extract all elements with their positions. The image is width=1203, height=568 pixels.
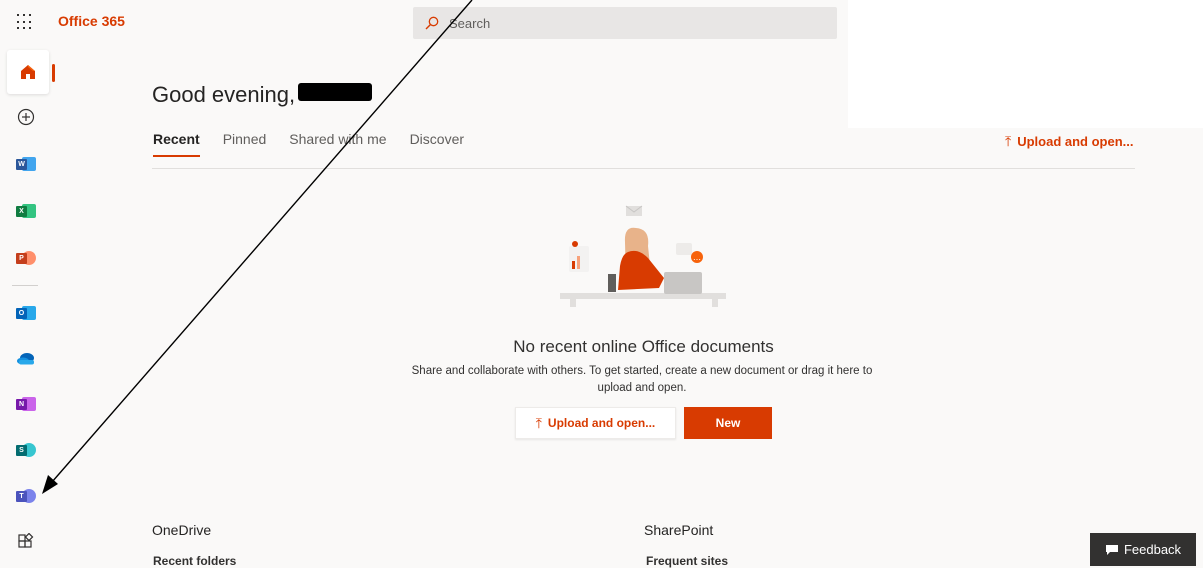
all-apps-icon xyxy=(18,533,34,548)
search-input[interactable]: Search xyxy=(413,7,837,39)
greeting-title: Good evening, xyxy=(152,82,296,107)
rail-item-excel[interactable]: X xyxy=(0,189,52,233)
powerpoint-icon: P xyxy=(16,249,36,267)
tab-shared-with-me[interactable]: Shared with me xyxy=(289,131,386,157)
upload-icon: ⤒ xyxy=(535,414,542,431)
tab-discover[interactable]: Discover xyxy=(410,131,464,157)
rail-item-create[interactable] xyxy=(0,95,52,139)
onenote-icon: N xyxy=(16,395,36,413)
redacted-name xyxy=(298,83,372,101)
brand-title[interactable]: Office 365 xyxy=(58,13,125,29)
rail-item-home[interactable] xyxy=(7,50,55,94)
feedback-label: Feedback xyxy=(1123,542,1182,557)
add-icon xyxy=(17,108,35,126)
search-placeholder: Search xyxy=(449,15,491,31)
teams-icon: T xyxy=(16,487,36,505)
svg-text:…: … xyxy=(693,253,701,262)
rail-item-teams[interactable]: T xyxy=(0,474,52,518)
header-blank-area xyxy=(848,0,1203,128)
tab-recent[interactable]: Recent xyxy=(153,131,200,157)
app-rail: W X P O N S T xyxy=(0,44,55,566)
upload-icon: ⤒ xyxy=(1005,133,1012,149)
sharepoint-section-title: SharePoint xyxy=(644,522,714,538)
empty-state-description: Share and collaborate with others. To ge… xyxy=(411,365,873,394)
rail-item-word[interactable]: W xyxy=(0,142,52,186)
feedback-button[interactable]: Feedback xyxy=(1090,533,1196,566)
comment-icon xyxy=(1105,544,1118,555)
empty-state-illustration: … xyxy=(560,205,726,307)
tab-pinned[interactable]: Pinned xyxy=(223,131,267,157)
upload-and-open-button[interactable]: ⤒ Upload and open... xyxy=(515,407,676,439)
rail-item-sharepoint[interactable]: S xyxy=(0,428,52,472)
empty-state-title: No recent online Office documents xyxy=(513,337,774,356)
tabs-divider xyxy=(152,168,1135,169)
rail-item-onenote[interactable]: N xyxy=(0,382,52,426)
upload-and-open-link[interactable]: ⤒ Upload and open... xyxy=(1005,133,1133,150)
rail-item-outlook[interactable]: O xyxy=(0,291,52,335)
new-document-button[interactable]: New xyxy=(684,407,772,439)
sharepoint-icon: S xyxy=(16,441,36,459)
onedrive-section-title: OneDrive xyxy=(152,522,212,538)
rail-item-powerpoint[interactable]: P xyxy=(0,236,52,280)
word-icon: W xyxy=(16,155,36,173)
rail-item-all-apps[interactable] xyxy=(0,520,52,564)
app-launcher-icon[interactable] xyxy=(16,13,34,31)
rail-divider xyxy=(12,285,38,286)
upload-button-label: Upload and open... xyxy=(547,416,656,430)
outlook-icon: O xyxy=(16,304,36,322)
search-icon xyxy=(425,16,439,30)
excel-icon: X xyxy=(16,202,36,220)
document-tabs: Recent Pinned Shared with me Discover xyxy=(153,131,487,157)
home-icon xyxy=(21,65,35,79)
upload-and-open-label: Upload and open... xyxy=(1017,134,1134,149)
top-bar: Office 365 Search xyxy=(0,0,848,44)
